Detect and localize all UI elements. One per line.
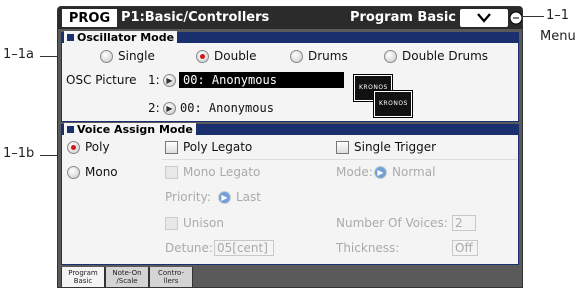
tab-note-on-scale[interactable]: Note-On /Scale <box>105 267 149 287</box>
page-subtitle: Program Basic <box>349 10 456 25</box>
osc-picture-label: OSC Picture <box>66 73 137 87</box>
tab-label: /Scale <box>116 277 138 285</box>
thickness-label: Thickness: <box>336 241 400 255</box>
radio-label: Single <box>118 49 155 63</box>
tab-label: Contro- <box>157 269 184 277</box>
unison-checkbox[interactable] <box>165 217 178 230</box>
radio-label: Double <box>214 49 257 63</box>
voice-assign-mode-panel: Voice Assign Mode Poly Mono Poly Legato … <box>61 123 519 265</box>
tab-label: Program <box>68 269 98 277</box>
touch-screen: PROG P1:Basic/Controllers Program Basic … <box>57 6 523 288</box>
callout-menu: Menu <box>540 29 576 44</box>
mode-value[interactable]: Normal <box>392 164 435 180</box>
radio-icon <box>196 50 209 63</box>
divider <box>162 159 517 160</box>
lock-icon <box>509 11 522 25</box>
radio-icon <box>290 50 303 63</box>
tab-label: Note-On <box>112 269 142 277</box>
osc2-select-button[interactable]: ▶ <box>163 102 176 115</box>
tab-label: Basic <box>73 277 93 285</box>
number-of-voices-field[interactable]: 2 <box>452 215 476 231</box>
radio-label: Double Drums <box>402 49 489 63</box>
callout-1-1b: 1–1b <box>3 146 35 161</box>
mode-select-button[interactable]: ▶ <box>374 166 387 179</box>
mono-legato-label: Mono Legato <box>183 165 261 179</box>
thickness-field[interactable]: Off <box>452 240 478 256</box>
mono-legato-checkbox[interactable] <box>165 166 178 179</box>
panel-title: Voice Assign Mode <box>64 123 196 136</box>
callout-1-1a: 1–1a <box>3 47 35 62</box>
tab-label: llers <box>163 277 179 285</box>
poly-legato-label: Poly Legato <box>183 140 253 154</box>
mode-label: Mode: <box>336 165 373 179</box>
page-title: P1:Basic/Controllers <box>121 10 270 25</box>
mode-indicator[interactable]: PROG <box>62 9 117 27</box>
radio-label: Drums <box>308 49 348 63</box>
priority-label: Priority: <box>165 190 211 204</box>
priority-select-button[interactable]: ▶ <box>218 191 231 204</box>
osc2-name-value[interactable]: 00: Anonymous <box>180 100 274 116</box>
page-tabs: Program Basic Note-On /Scale Contro- lle… <box>58 267 522 287</box>
radio-label: Poly <box>85 140 110 154</box>
tab-program-basic[interactable]: Program Basic <box>61 267 105 287</box>
osc1-name-field[interactable]: 00: Anonymous <box>179 72 344 88</box>
osc1-select-button[interactable]: ▶ <box>163 74 176 87</box>
osc1-label: 1: <box>148 73 160 87</box>
chevron-down-icon <box>477 13 491 23</box>
radio-icon <box>67 141 80 154</box>
oscillator-mode-panel: Oscillator Mode Single Double Drums Doub… <box>61 31 519 122</box>
osc2-label: 2: <box>148 101 160 115</box>
osc2-picture: KRONOS <box>373 90 413 118</box>
radio-icon <box>100 50 113 63</box>
tab-controllers[interactable]: Contro- llers <box>149 267 193 287</box>
unison-label: Unison <box>183 216 224 230</box>
page-menu-button[interactable] <box>460 9 508 27</box>
detune-label: Detune: <box>165 241 213 255</box>
priority-value[interactable]: Last <box>236 189 261 205</box>
radio-icon <box>384 50 397 63</box>
radio-icon <box>67 166 80 179</box>
single-trigger-label: Single Trigger <box>354 140 437 154</box>
single-trigger-checkbox[interactable] <box>336 141 349 154</box>
callout-1-1: 1–1 <box>546 8 570 23</box>
poly-legato-checkbox[interactable] <box>165 141 178 154</box>
radio-label: Mono <box>85 165 118 179</box>
title-bar: PROG P1:Basic/Controllers Program Basic <box>58 7 522 29</box>
detune-field[interactable]: 05[cent] <box>214 240 274 256</box>
panel-title: Oscillator Mode <box>64 31 178 44</box>
number-of-voices-label: Number Of Voices: <box>336 216 448 230</box>
